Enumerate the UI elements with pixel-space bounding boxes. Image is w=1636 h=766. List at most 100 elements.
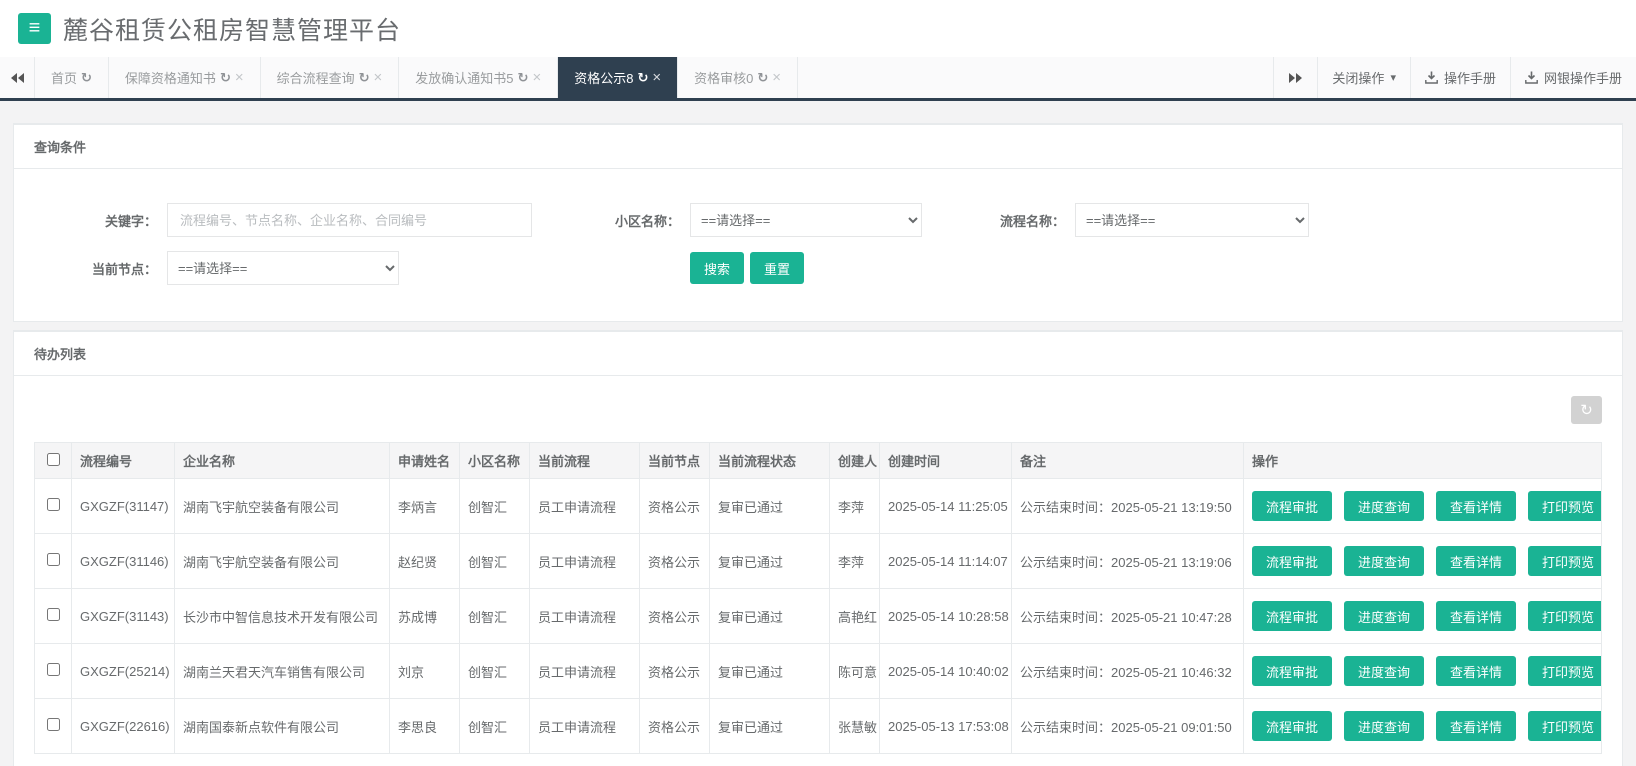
cell-node: 资格公示 (640, 699, 710, 754)
tab-refresh-icon[interactable]: ↻ (81, 70, 92, 86)
sidebar-toggle-button[interactable]: ≡ (18, 13, 51, 44)
tab-close-icon[interactable]: × (652, 70, 661, 85)
tab-close-icon[interactable]: × (374, 70, 383, 85)
cell-status: 复审已通过 (710, 534, 830, 589)
action-button-进度查询[interactable]: 进度查询 (1344, 491, 1424, 521)
cell-process: 员工申请流程 (530, 534, 640, 589)
row-checkbox[interactable] (47, 663, 60, 676)
todo-body: ↻ 流程编号企业名称申请姓名小区名称当前流程当前节点当前流程状态创建人创建时间备… (14, 376, 1622, 766)
tab-close-icon[interactable]: × (532, 70, 541, 85)
keyword-input[interactable] (167, 203, 532, 237)
cell-status: 复审已通过 (710, 479, 830, 534)
refresh-table-button[interactable]: ↻ (1571, 396, 1602, 424)
row-checkbox[interactable] (47, 608, 60, 621)
query-form: 关键字： 小区名称： ==请选择== 流程名称： ==请选择== 当前节点： =… (14, 169, 1622, 321)
top-header: ≡ 麓谷租赁公租房智慧管理平台 (0, 0, 1636, 57)
action-button-进度查询[interactable]: 进度查询 (1344, 711, 1424, 741)
table-row: GXGZF(31147)湖南飞宇航空装备有限公司李炳言创智汇员工申请流程资格公示… (35, 479, 1602, 534)
cell-creator: 陈可意 (830, 644, 880, 699)
manual-download-link[interactable]: 操作手册 (1410, 57, 1510, 98)
cell-node: 资格公示 (640, 534, 710, 589)
cell-created: 2025-05-14 11:14:07 (880, 534, 1012, 589)
row-checkbox[interactable] (47, 553, 60, 566)
action-button-流程审批[interactable]: 流程审批 (1252, 546, 1332, 576)
cell-node: 资格公示 (640, 644, 710, 699)
cell-process: 员工申请流程 (530, 644, 640, 699)
todo-panel-title: 待办列表 (14, 332, 1622, 376)
tab-label: 综合流程查询 (277, 68, 355, 87)
tab-refresh-icon[interactable]: ↻ (220, 70, 231, 86)
cell-created: 2025-05-14 10:28:58 (880, 589, 1012, 644)
row-actions-cell: 流程审批进度查询查看详情打印预览 (1244, 589, 1602, 644)
tab-综合流程查询[interactable]: 综合流程查询↻ × (261, 57, 400, 98)
cell-remark: 公示结束时间：2025-05-21 10:47:28 (1012, 589, 1244, 644)
action-button-打印预览[interactable]: 打印预览 (1528, 601, 1602, 631)
process-name-label: 流程名称： (922, 211, 1075, 230)
row-checkbox-cell (35, 589, 72, 644)
column-header-创建时间: 创建时间 (880, 443, 1012, 479)
action-button-打印预览[interactable]: 打印预览 (1528, 711, 1602, 741)
cell-remark: 公示结束时间：2025-05-21 10:46:32 (1012, 644, 1244, 699)
action-button-查看详情[interactable]: 查看详情 (1436, 546, 1516, 576)
column-header-流程编号: 流程编号 (72, 443, 175, 479)
tab-资格公示[interactable]: 资格公示8↻ × (558, 57, 678, 98)
tab-close-icon[interactable]: × (235, 70, 244, 85)
tab-label: 发放确认通知书5 (415, 68, 513, 87)
close-operations-dropdown[interactable]: 关闭操作 ▾ (1317, 57, 1410, 98)
tab-refresh-icon[interactable]: ↻ (637, 70, 648, 86)
action-button-查看详情[interactable]: 查看详情 (1436, 601, 1516, 631)
action-button-查看详情[interactable]: 查看详情 (1436, 491, 1516, 521)
action-button-流程审批[interactable]: 流程审批 (1252, 601, 1332, 631)
column-header-操作: 操作 (1244, 443, 1602, 479)
current-node-select[interactable]: ==请选择== (167, 251, 399, 285)
table-header-row: 流程编号企业名称申请姓名小区名称当前流程当前节点当前流程状态创建人创建时间备注操… (35, 443, 1602, 479)
tab-首页[interactable]: 首页↻ (34, 57, 109, 98)
tab-发放确认通知书[interactable]: 发放确认通知书5 ↻× (399, 57, 558, 98)
row-checkbox[interactable] (47, 718, 60, 731)
todo-list-panel: 待办列表 ↻ 流程编号企业名称申请姓名小区名称当前流程当前节点当前流程状态创建人… (13, 330, 1623, 766)
bank-manual-download-link[interactable]: 网银操作手册 (1510, 57, 1636, 98)
action-button-查看详情[interactable]: 查看详情 (1436, 656, 1516, 686)
action-button-进度查询[interactable]: 进度查询 (1344, 601, 1424, 631)
cell-community: 创智汇 (460, 479, 530, 534)
scroll-tabs-right-button[interactable] (1273, 57, 1317, 98)
cell-creator: 李萍 (830, 479, 880, 534)
reset-button[interactable]: 重置 (750, 252, 804, 284)
tab-label: 资格审核0 (694, 68, 753, 87)
row-checkbox-cell (35, 644, 72, 699)
hamburger-icon: ≡ (29, 17, 41, 40)
tab-资格审核[interactable]: 资格审核0↻ × (678, 57, 798, 98)
select-all-checkbox[interactable] (47, 453, 60, 466)
cell-code: GXGZF(31143) (72, 589, 175, 644)
row-checkbox[interactable] (47, 498, 60, 511)
tab-close-icon[interactable]: × (772, 70, 781, 85)
action-button-打印预览[interactable]: 打印预览 (1528, 491, 1602, 521)
caret-down-icon: ▾ (1390, 71, 1396, 84)
tab-保障资格通知书[interactable]: 保障资格通知书↻× (109, 57, 261, 98)
tab-refresh-icon[interactable]: ↻ (518, 70, 529, 86)
action-button-进度查询[interactable]: 进度查询 (1344, 546, 1424, 576)
action-button-流程审批[interactable]: 流程审批 (1252, 711, 1332, 741)
row-actions-cell: 流程审批进度查询查看详情打印预览 (1244, 699, 1602, 754)
community-select[interactable]: ==请选择== (690, 203, 922, 237)
tabbar-actions: 关闭操作 ▾ 操作手册 网银操作手册 (1273, 57, 1636, 98)
column-header-当前流程: 当前流程 (530, 443, 640, 479)
action-button-查看详情[interactable]: 查看详情 (1436, 711, 1516, 741)
process-name-select[interactable]: ==请选择== (1075, 203, 1309, 237)
cell-created: 2025-05-13 17:53:08 (880, 699, 1012, 754)
cell-company: 湖南飞宇航空装备有限公司 (175, 534, 390, 589)
scroll-tabs-left-button[interactable] (0, 57, 34, 98)
action-button-打印预览[interactable]: 打印预览 (1528, 656, 1602, 686)
action-button-进度查询[interactable]: 进度查询 (1344, 656, 1424, 686)
tab-refresh-icon[interactable]: ↻ (359, 70, 370, 86)
cell-applicant: 刘京 (390, 644, 460, 699)
cell-community: 创智汇 (460, 699, 530, 754)
search-button[interactable]: 搜索 (690, 252, 744, 284)
tab-refresh-icon[interactable]: ↻ (757, 70, 768, 86)
row-actions-cell: 流程审批进度查询查看详情打印预览 (1244, 644, 1602, 699)
action-button-流程审批[interactable]: 流程审批 (1252, 491, 1332, 521)
tab-label: 资格公示8 (574, 68, 633, 87)
action-button-打印预览[interactable]: 打印预览 (1528, 546, 1602, 576)
table-body: GXGZF(31147)湖南飞宇航空装备有限公司李炳言创智汇员工申请流程资格公示… (35, 479, 1602, 754)
action-button-流程审批[interactable]: 流程审批 (1252, 656, 1332, 686)
